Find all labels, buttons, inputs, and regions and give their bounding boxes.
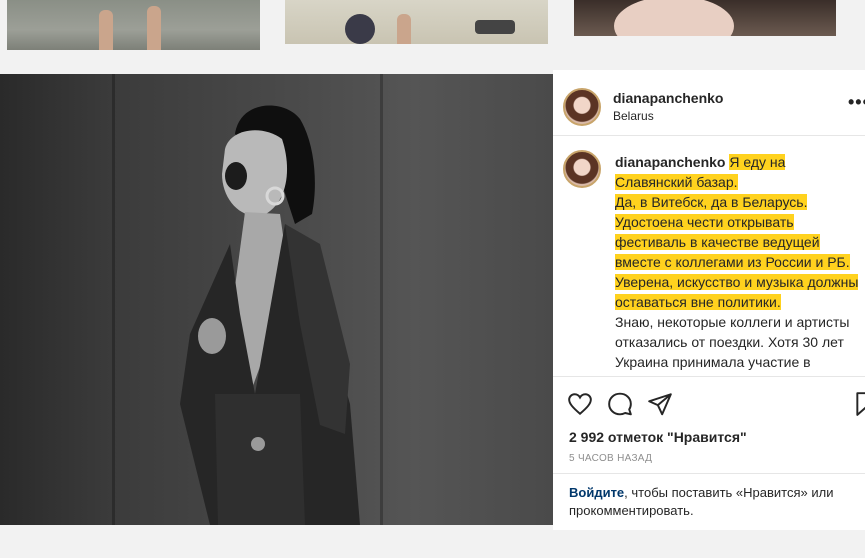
login-prompt: Войдите, чтобы поставить «Нравится» или … xyxy=(553,473,865,531)
login-link[interactable]: Войдите xyxy=(569,485,624,500)
login-prompt-text: Войдите, чтобы поставить «Нравится» или … xyxy=(569,484,859,520)
share-icon[interactable] xyxy=(647,391,673,417)
photo-figure xyxy=(180,105,360,525)
header-location[interactable]: Belarus xyxy=(613,109,654,123)
grid-thumbnail-3[interactable] xyxy=(574,0,836,36)
more-icon[interactable]: ••• xyxy=(848,92,865,113)
post-side-panel: dianapanchenko Belarus ••• dianapanchenk… xyxy=(553,70,865,530)
caption-highlighted-text: Я еду на Славянский базар. Да, в Витебск,… xyxy=(615,154,859,310)
caption-avatar[interactable] xyxy=(563,150,601,188)
avatar[interactable] xyxy=(563,88,601,126)
heart-icon[interactable] xyxy=(567,391,593,417)
post-actions: 2 992 отметок "Нравится" 5 ЧАСОВ НАЗАД В… xyxy=(553,376,865,530)
bookmark-icon[interactable] xyxy=(853,391,865,417)
post-photo[interactable] xyxy=(0,74,553,525)
post-caption: dianapanchenko Я еду на Славянский базар… xyxy=(615,152,865,374)
comment-icon[interactable] xyxy=(607,391,633,417)
post-header: dianapanchenko Belarus ••• xyxy=(553,70,865,136)
caption-text: Знаю, некоторые коллеги и артисты отказа… xyxy=(615,314,850,370)
grid-thumbnail-1[interactable] xyxy=(7,0,260,50)
likes-count[interactable]: 2 992 отметок "Нравится" xyxy=(569,429,747,445)
header-username[interactable]: dianapanchenko xyxy=(613,90,723,106)
grid-thumbnail-2[interactable] xyxy=(285,0,548,44)
post-timestamp[interactable]: 5 ЧАСОВ НАЗАД xyxy=(569,453,652,464)
caption-username[interactable]: dianapanchenko xyxy=(615,154,725,170)
